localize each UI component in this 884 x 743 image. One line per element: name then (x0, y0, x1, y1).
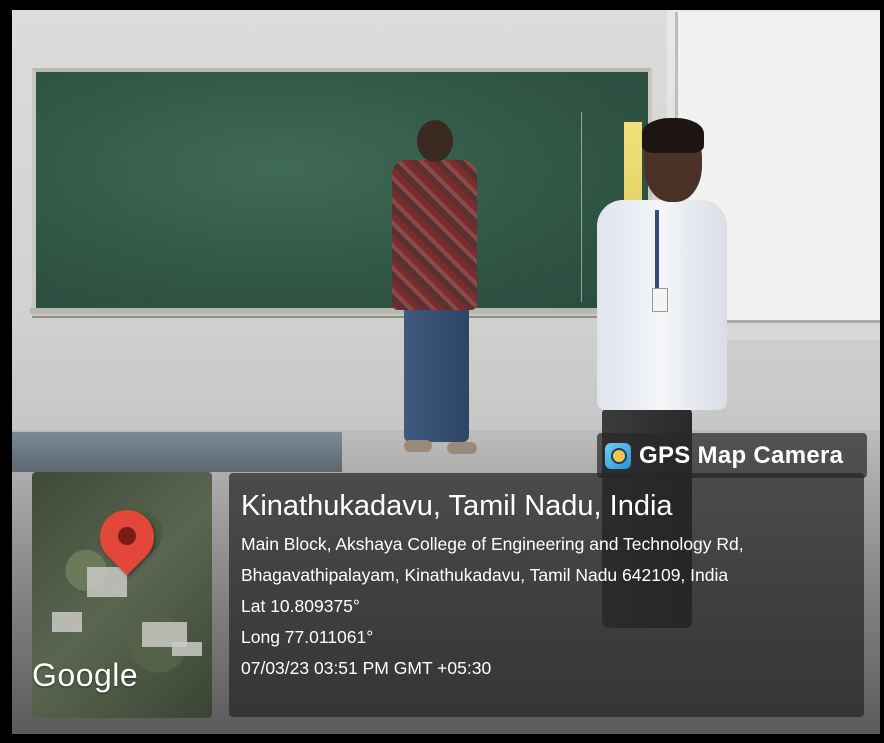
address-line-1: Main Block, Akshaya College of Engineeri… (241, 534, 744, 554)
photo-frame: GPS Map Camera Google Kinathukadavu, Tam… (0, 0, 884, 743)
location-info-panel: Kinathukadavu, Tamil Nadu, India Main Bl… (229, 473, 864, 717)
map-thumbnail: Google (32, 472, 212, 718)
address-line-2: Bhagavathipalayam, Kinathukadavu, Tamil … (241, 565, 729, 585)
location-title: Kinathukadavu, Tamil Nadu, India (241, 490, 673, 522)
longitude-text: Long 77.011061° (241, 627, 374, 647)
bench (12, 432, 342, 472)
google-logo: Google (32, 657, 139, 693)
classroom-photo: GPS Map Camera Google Kinathukadavu, Tam… (12, 10, 880, 734)
gps-map-camera-label: GPS Map Camera (597, 433, 867, 478)
timestamp-text: 07/03/23 03:51 PM GMT +05:30 (241, 658, 492, 678)
chalkboard (32, 68, 652, 316)
chalkboard-ledge (30, 308, 650, 314)
map-pin-dot (118, 527, 136, 545)
gps-map-camera-icon (605, 442, 631, 469)
latitude-text: Lat 10.809375° (241, 596, 360, 616)
app-label: GPS Map Camera (639, 441, 844, 469)
